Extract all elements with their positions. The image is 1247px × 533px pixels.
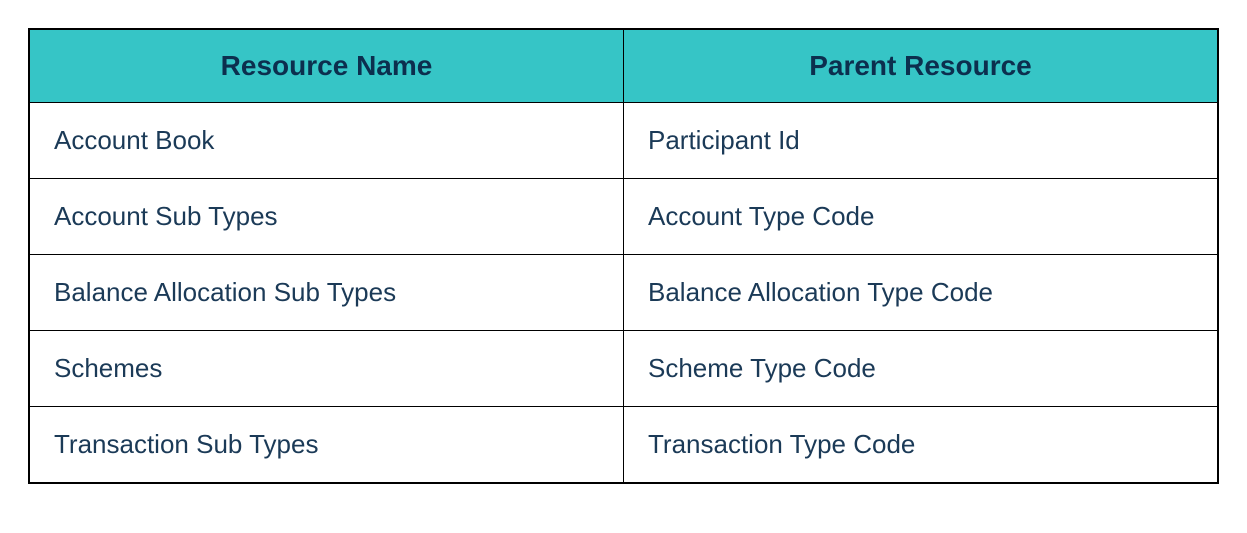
cell-resource-name: Account Book [29,103,624,179]
table-row: Account Book Participant Id [29,103,1218,179]
table-body: Account Book Participant Id Account Sub … [29,103,1218,484]
table-row: Schemes Scheme Type Code [29,331,1218,407]
header-resource-name: Resource Name [29,29,624,103]
header-parent-resource: Parent Resource [624,29,1219,103]
table-row: Account Sub Types Account Type Code [29,179,1218,255]
cell-resource-name: Account Sub Types [29,179,624,255]
resource-table-wrapper: Resource Name Parent Resource Account Bo… [28,28,1219,484]
resource-table: Resource Name Parent Resource Account Bo… [28,28,1219,484]
table-header-row: Resource Name Parent Resource [29,29,1218,103]
table-row: Balance Allocation Sub Types Balance All… [29,255,1218,331]
cell-parent-resource: Participant Id [624,103,1219,179]
cell-resource-name: Balance Allocation Sub Types [29,255,624,331]
cell-parent-resource: Transaction Type Code [624,407,1219,484]
cell-parent-resource: Account Type Code [624,179,1219,255]
cell-resource-name: Schemes [29,331,624,407]
cell-resource-name: Transaction Sub Types [29,407,624,484]
cell-parent-resource: Balance Allocation Type Code [624,255,1219,331]
table-header: Resource Name Parent Resource [29,29,1218,103]
cell-parent-resource: Scheme Type Code [624,331,1219,407]
table-row: Transaction Sub Types Transaction Type C… [29,407,1218,484]
